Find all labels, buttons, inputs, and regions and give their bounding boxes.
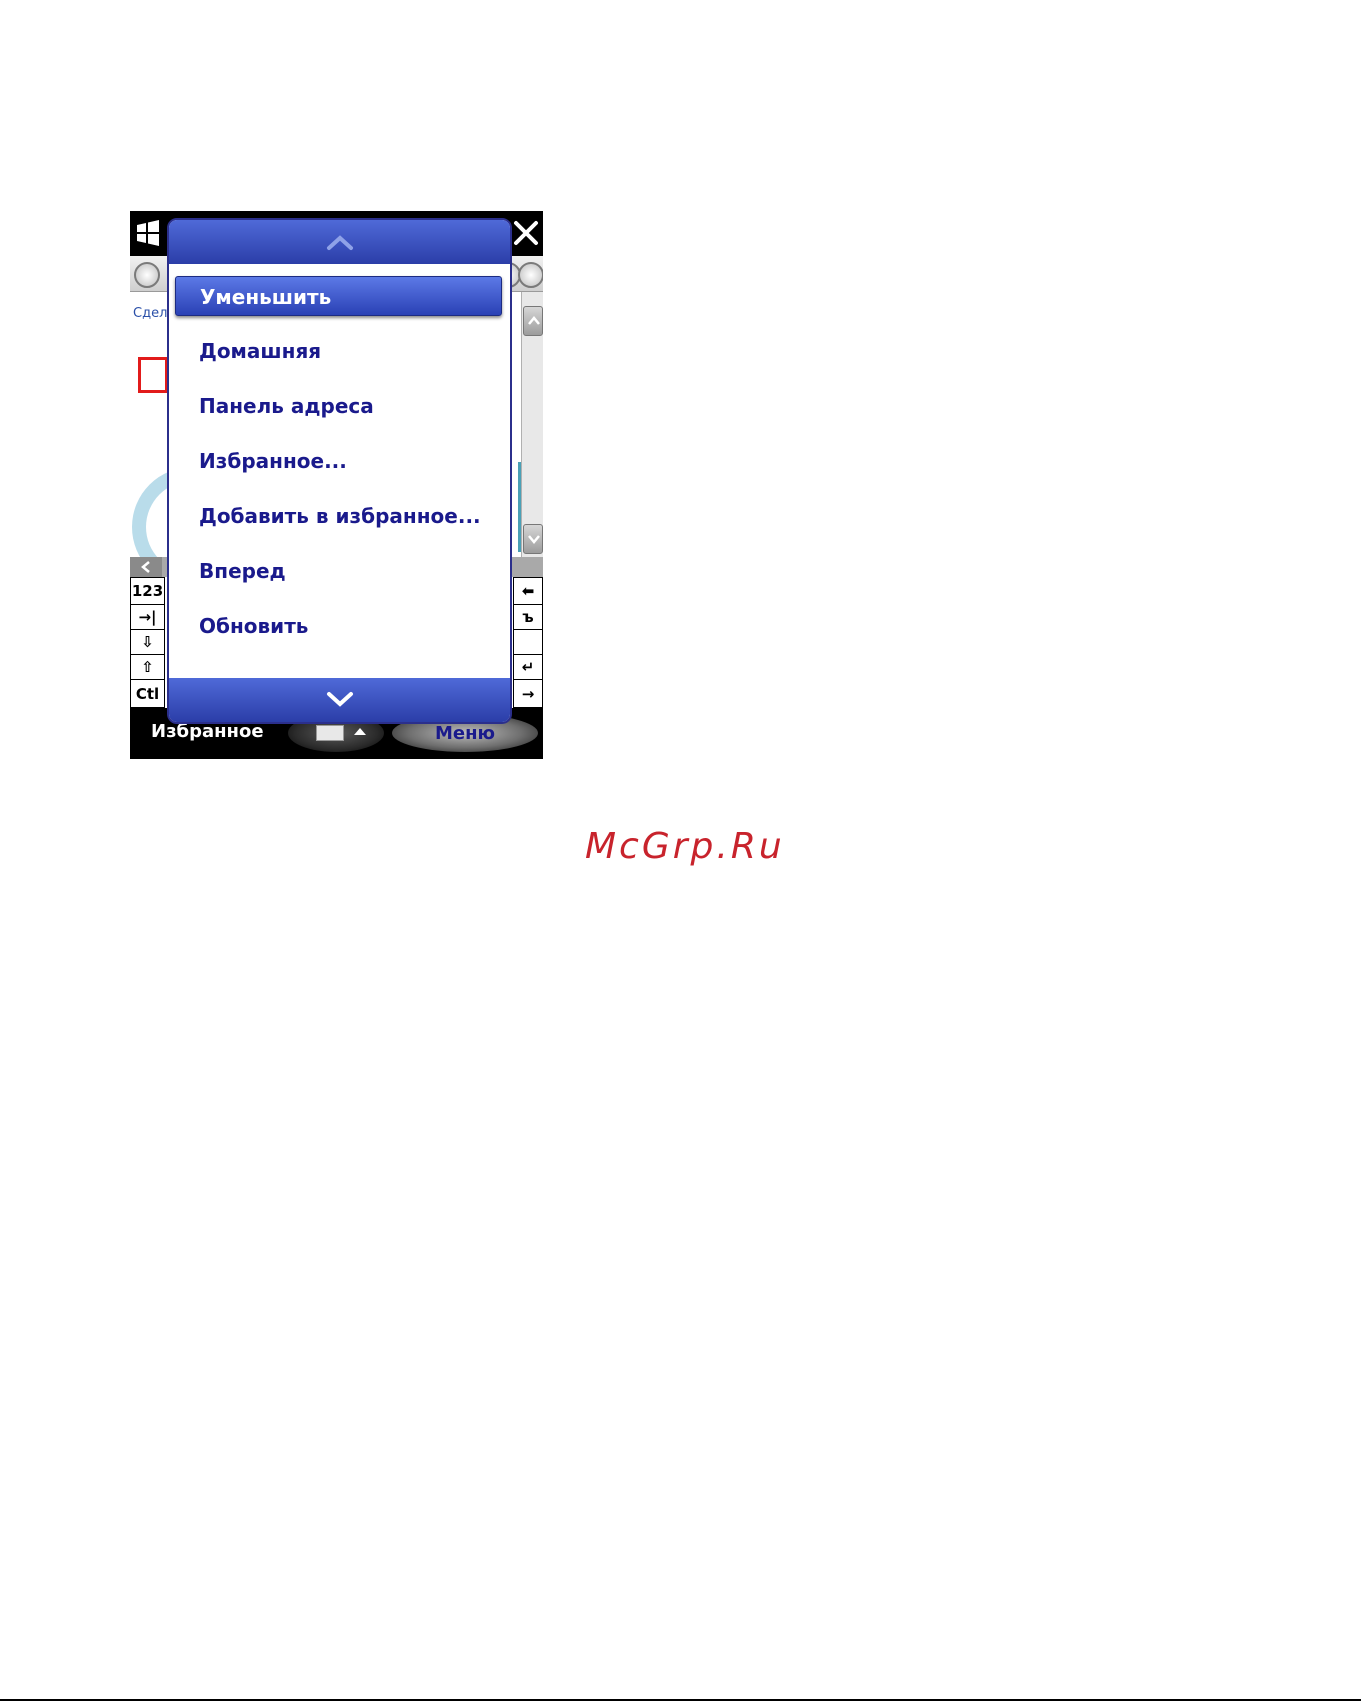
key-123[interactable]: 123	[130, 577, 165, 605]
menu-item-zoom-out[interactable]: Уменьшить	[175, 276, 502, 316]
menu-scroll-up[interactable]	[169, 220, 510, 264]
popup-menu: Уменьшить Домашняя Панель адреса Избранн…	[167, 218, 512, 724]
key-backspace[interactable]: ⬅	[513, 577, 543, 605]
key-right-arrow[interactable]: →	[513, 679, 543, 708]
key-ctrl[interactable]: Ctl	[130, 679, 165, 708]
key-hard-sign[interactable]: ъ	[513, 604, 543, 630]
back-button[interactable]	[134, 262, 160, 288]
key-enter[interactable]: ↵	[513, 654, 543, 680]
close-icon[interactable]	[511, 218, 541, 248]
chevron-up-icon	[326, 235, 353, 250]
key-shift[interactable]: ⇧	[130, 654, 165, 680]
key-enter-top[interactable]	[513, 629, 543, 655]
scroll-up-button[interactable]	[523, 306, 543, 336]
menu-item-forward[interactable]: Вперед	[175, 551, 502, 591]
menu-item-home[interactable]: Домашняя	[175, 331, 502, 371]
right-softkey-label: Меню	[434, 723, 496, 744]
watermark: McGrp.Ru	[585, 826, 785, 867]
phone-screen: Сдел 123 →| ⇩ ⇧ Ctl ⬅ ъ ↵ → Избранное Ме…	[130, 211, 543, 759]
chevron-up-icon	[528, 316, 540, 325]
key-tab[interactable]: →|	[130, 604, 165, 630]
web-banner	[138, 357, 168, 393]
windows-logo-icon[interactable]	[133, 218, 163, 248]
vertical-scrollbar[interactable]	[521, 292, 543, 597]
keyboard-icon	[316, 725, 344, 741]
web-link[interactable]: Сдел	[133, 306, 167, 321]
menu-item-add-to-favorites[interactable]: Добавить в избранное...	[175, 496, 502, 536]
menu-scroll-down[interactable]	[169, 678, 510, 722]
caret-up-icon	[354, 728, 366, 735]
scroll-down-button[interactable]	[523, 524, 543, 554]
menu-list: Уменьшить Домашняя Панель адреса Избранн…	[169, 264, 510, 678]
menu-item-address-bar[interactable]: Панель адреса	[175, 386, 502, 426]
menu-item-favorites[interactable]: Избранное...	[175, 441, 502, 481]
toolbar-button[interactable]	[518, 262, 543, 288]
scroll-left-button[interactable]	[130, 557, 162, 577]
chevron-down-icon	[326, 692, 353, 707]
page-footer-line	[0, 1699, 1361, 1701]
chevron-left-icon	[141, 561, 150, 573]
chevron-down-icon	[528, 535, 540, 544]
key-caps[interactable]: ⇩	[130, 629, 165, 655]
menu-item-refresh[interactable]: Обновить	[175, 606, 502, 646]
left-softkey[interactable]: Избранное	[151, 721, 264, 742]
